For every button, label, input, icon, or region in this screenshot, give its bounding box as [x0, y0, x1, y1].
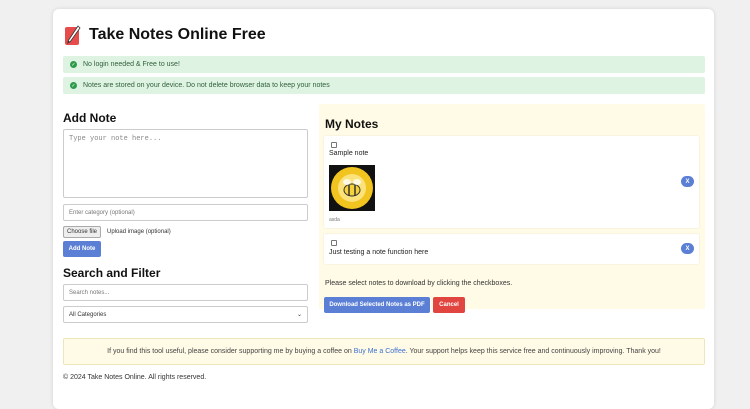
download-instructions: Please select notes to download by click… [325, 280, 513, 287]
notice-text: No login needed & Free to use! [83, 61, 180, 68]
search-input[interactable]: Search notes... [63, 284, 308, 301]
search-heading: Search and Filter [63, 266, 161, 280]
feather-pen-icon [65, 25, 81, 45]
file-upload-row: Choose file Upload image (optional) [63, 226, 171, 238]
file-upload-label: Upload image (optional) [107, 229, 171, 235]
buy-me-coffee-link[interactable]: Buy Me a Coffee [354, 348, 406, 355]
add-note-button[interactable]: Add Note [63, 241, 101, 257]
page-title: Take Notes Online Free [89, 26, 266, 43]
choose-file-button[interactable]: Choose file [63, 226, 102, 238]
page-header: Take Notes Online Free [64, 24, 266, 46]
note-item: Just testing a note function here X [324, 234, 699, 264]
main-card: Take Notes Online Free ✓ No login needed… [53, 9, 714, 409]
image-caption: asda [329, 217, 340, 223]
notice-storage: ✓ Notes are stored on your device. Do no… [63, 77, 705, 94]
note-text: Just testing a note function here [329, 249, 429, 256]
note-checkbox[interactable] [331, 142, 337, 148]
support-banner: If you find this tool useful, please con… [63, 338, 705, 365]
check-circle-icon: ✓ [70, 61, 77, 68]
footer-text: © 2024 Take Notes Online. All rights res… [63, 374, 207, 381]
note-item: Sample note asda X [324, 136, 699, 228]
category-filter-select[interactable]: All Categories ⌄ [63, 306, 308, 323]
my-notes-heading: My Notes [325, 117, 379, 131]
download-pdf-button[interactable]: Download Selected Notes as PDF [324, 297, 430, 313]
notice-text: Notes are stored on your device. Do not … [83, 82, 330, 89]
notice-free: ✓ No login needed & Free to use! [63, 56, 705, 73]
support-text: If you find this tool useful, please con… [107, 348, 661, 355]
delete-note-button[interactable]: X [681, 243, 694, 254]
check-circle-icon: ✓ [70, 82, 77, 89]
delete-note-button[interactable]: X [681, 176, 694, 187]
chevron-down-icon: ⌄ [296, 312, 302, 318]
note-textarea[interactable]: Type your note here... [63, 129, 308, 198]
note-image [329, 165, 375, 211]
note-text: Sample note [329, 150, 369, 157]
category-input[interactable]: Enter category (optional) [63, 204, 308, 221]
cancel-button[interactable]: Cancel [433, 297, 465, 313]
category-filter-value: All Categories [69, 311, 107, 318]
bee-image-icon [331, 167, 373, 209]
support-text-after: . Your support helps keep this service f… [405, 348, 661, 355]
note-checkbox[interactable] [331, 240, 337, 246]
my-notes-panel: My Notes Sample note asda X Just testing… [319, 104, 705, 313]
add-note-heading: Add Note [63, 111, 117, 125]
support-text-before: If you find this tool useful, please con… [107, 348, 354, 355]
